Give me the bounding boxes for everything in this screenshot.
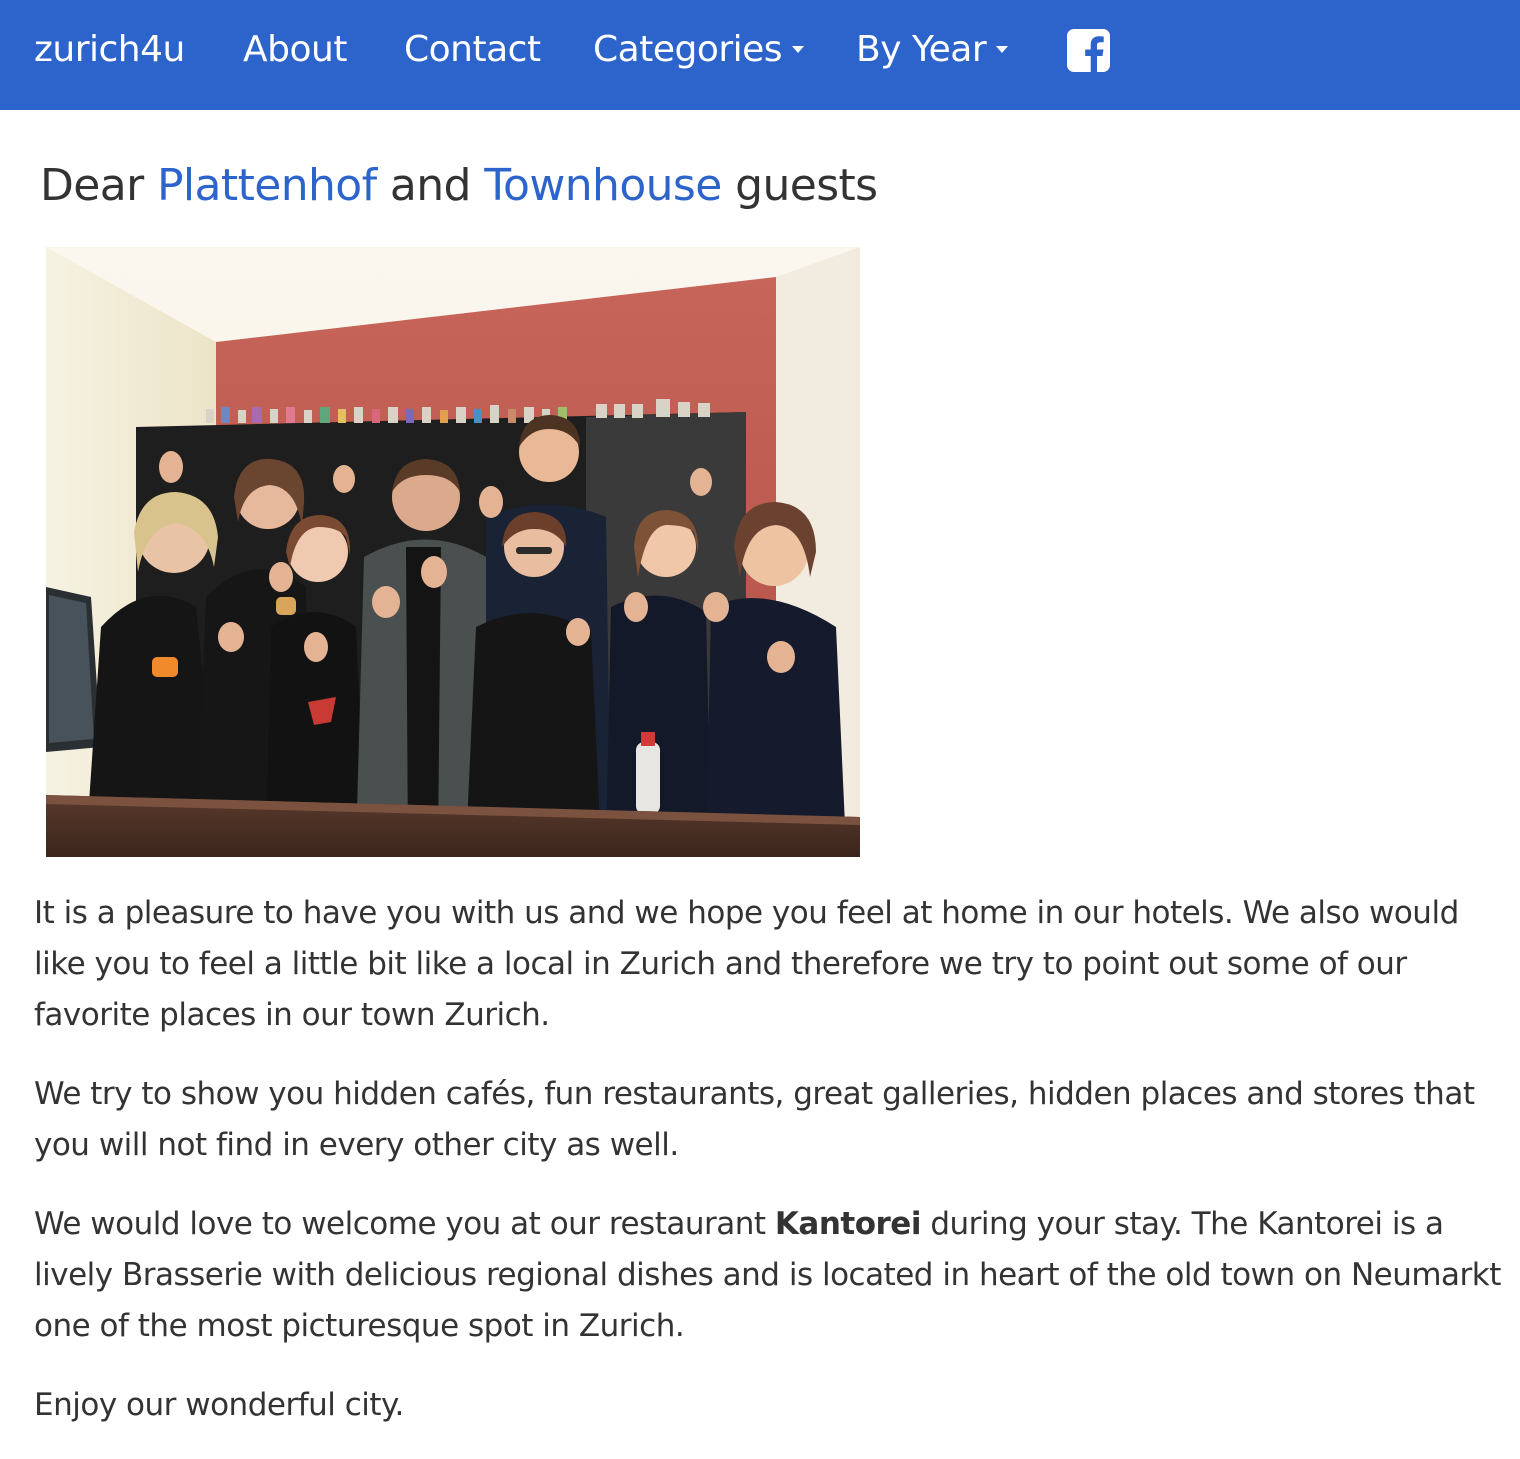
chevron-down-icon <box>792 45 805 53</box>
title-and-text: and <box>376 160 485 211</box>
nav-by-year-label: By Year <box>856 29 987 70</box>
title-guests-text: guests <box>721 160 878 211</box>
intro-text: It is a pleasure to have you with us and… <box>34 888 1510 1459</box>
paragraph-hidden-places: We try to show you hidden cafés, fun res… <box>34 1076 1475 1163</box>
paragraph-kantorei: We would love to welcome you at our rest… <box>34 1199 1510 1352</box>
facebook-icon[interactable] <box>1067 29 1110 72</box>
staff-group-photo <box>46 247 860 857</box>
plattenhof-link[interactable]: Plattenhof <box>157 160 377 211</box>
townhouse-link[interactable]: Townhouse <box>484 160 722 211</box>
nav-by-year-dropdown[interactable]: By Year <box>856 0 1009 100</box>
chevron-down-icon <box>996 45 1009 53</box>
brand-link[interactable]: zurich4u <box>34 0 185 100</box>
nav-categories-label: Categories <box>593 29 783 70</box>
nav-contact-link[interactable]: Contact <box>404 0 541 100</box>
paragraph-enjoy: Enjoy our wonderful city. <box>34 1387 404 1423</box>
kantorei-intro-text: We would love to welcome you at our rest… <box>34 1206 775 1242</box>
page-title: Dear Plattenhof and Townhouse guests <box>40 154 878 218</box>
nav-categories-dropdown[interactable]: Categories <box>593 0 805 100</box>
kantorei-name: Kantorei <box>774 1206 922 1242</box>
nav-about-link[interactable]: About <box>243 0 347 100</box>
top-navbar: zurich4u About Contact Categories By Yea… <box>0 0 1520 110</box>
paragraph-welcome: It is a pleasure to have you with us and… <box>34 895 1459 1033</box>
title-dear-text: Dear <box>40 160 157 211</box>
